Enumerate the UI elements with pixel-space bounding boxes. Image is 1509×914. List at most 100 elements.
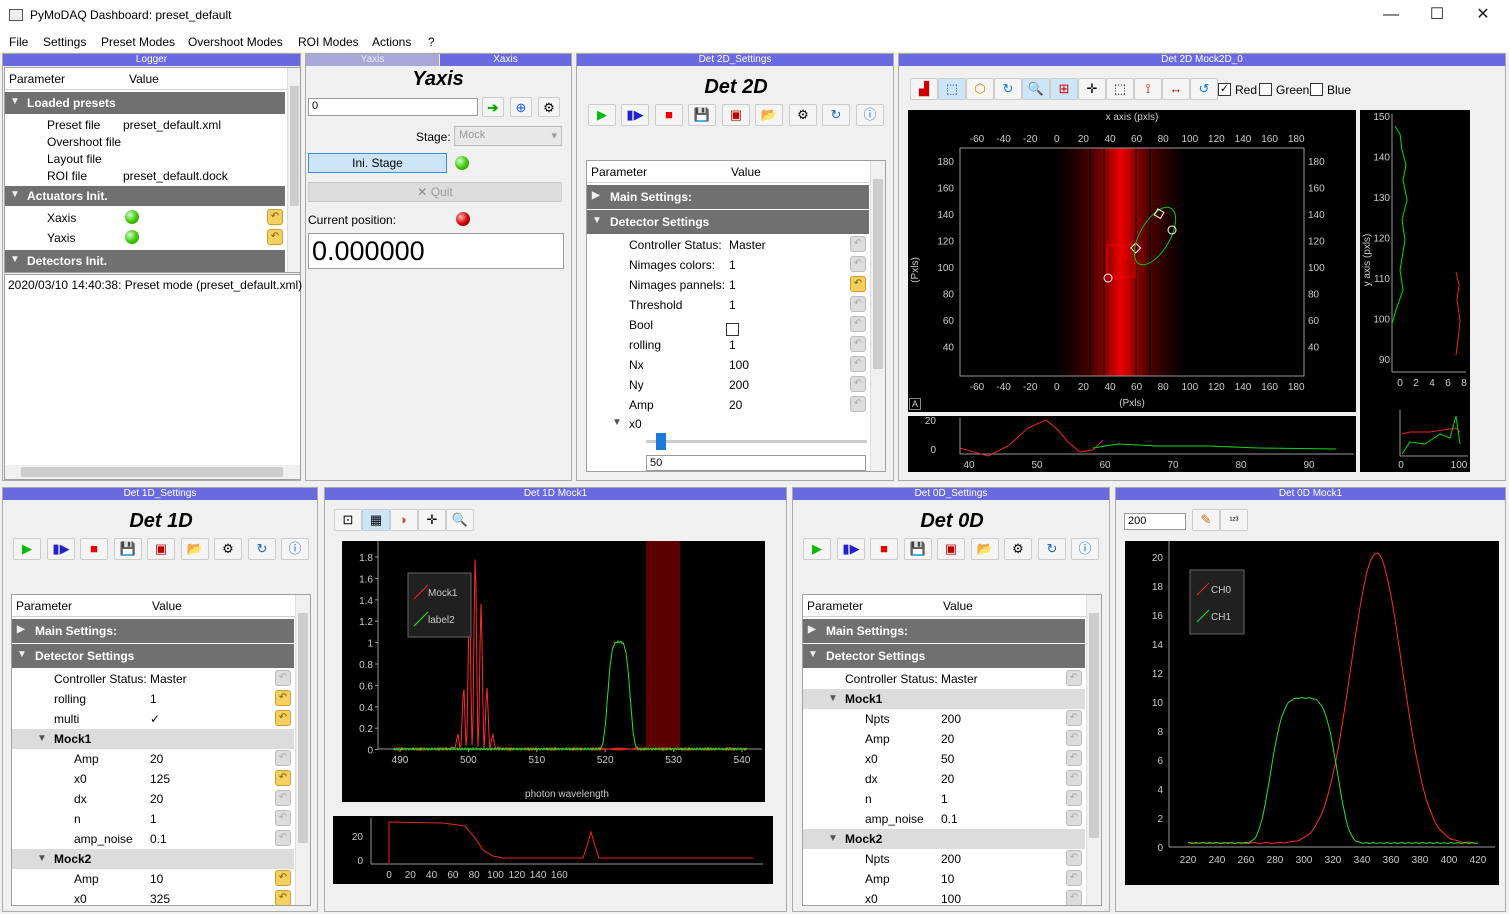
main-settings-group[interactable]: ▶ Main Settings: <box>803 619 1085 643</box>
crosshair-icon[interactable]: ✛ <box>418 509 446 531</box>
rotate-icon[interactable]: ↺ <box>1190 78 1218 100</box>
snap-icon[interactable]: ▮▶ <box>621 104 649 126</box>
info-icon[interactable]: ⓘ <box>1071 538 1099 560</box>
open-folder-icon[interactable]: 📂 <box>181 538 209 560</box>
roi-file-value[interactable]: preset_default.dock <box>123 169 228 183</box>
param-value[interactable]: 325 <box>150 892 170 905</box>
table-icon[interactable]: ▦ <box>362 509 390 531</box>
maximize-button[interactable]: ☐ <box>1414 0 1460 30</box>
undo-icon[interactable]: ↶ <box>1066 890 1082 905</box>
show-values-icon[interactable]: ¹²³ <box>1220 509 1248 531</box>
red-checkbox[interactable]: ✓ <box>1218 83 1231 96</box>
param-value[interactable]: Master <box>941 672 978 686</box>
info-icon[interactable]: ⓘ <box>281 538 309 560</box>
dock-header[interactable]: Det 2D Mock2D_0 <box>899 54 1505 66</box>
param-value[interactable]: 1 <box>941 792 948 806</box>
vertical-scrollbar[interactable] <box>1086 595 1101 905</box>
vertical-profile-plot[interactable]: 150 140 130 120 110 100 90 0 2 4 6 8 y axis (pxls) <box>1360 110 1470 412</box>
x0-spinbox[interactable]: 50 <box>646 455 866 471</box>
detector-settings-group[interactable]: ▼ Detector Settings <box>587 210 869 234</box>
undo-icon[interactable]: ↶ <box>850 256 866 272</box>
param-value[interactable]: 0.1 <box>941 812 958 826</box>
save-icon[interactable]: 💾 <box>114 538 142 560</box>
undo-icon[interactable]: ↶ <box>275 870 291 886</box>
detector-settings-group[interactable]: ▼ Detector Settings <box>12 644 294 668</box>
mock1-group[interactable]: ▼ Mock1 <box>12 729 294 749</box>
dock-header[interactable]: Det 2D_Settings <box>577 54 893 66</box>
roi-region[interactable] <box>646 541 680 749</box>
undo-icon[interactable]: ↶ <box>275 890 291 905</box>
undo-icon[interactable]: ↶ <box>275 830 291 846</box>
undo-icon[interactable]: ↶ <box>267 209 283 225</box>
stop-icon[interactable]: ■ <box>80 538 108 560</box>
undo-icon[interactable]: ↶ <box>1066 850 1082 866</box>
tab-yaxis[interactable]: Yaxis <box>306 54 439 66</box>
undo-icon[interactable]: ↶ <box>850 236 866 252</box>
x0-slider[interactable] <box>646 433 867 450</box>
dock-header[interactable]: Det 0D_Settings <box>793 488 1109 500</box>
undo-icon[interactable]: ↶ <box>1066 710 1082 726</box>
main-settings-group[interactable]: ▶ Main Settings: <box>587 185 869 209</box>
undo-icon[interactable]: ↶ <box>850 376 866 392</box>
param-value[interactable]: 10 <box>941 872 954 886</box>
param-value[interactable]: 10 <box>150 872 163 886</box>
npts-spinbox[interactable]: 200 <box>1124 513 1186 530</box>
refresh-icon[interactable]: ↻ <box>822 104 850 126</box>
main-settings-group[interactable]: ▶ Main Settings: <box>12 619 294 643</box>
histogram-icon[interactable]: ▟ <box>910 78 938 100</box>
undo-icon[interactable]: ↶ <box>1066 870 1082 886</box>
save-current-icon[interactable]: ▣ <box>937 538 965 560</box>
save-current-icon[interactable]: ▣ <box>722 104 750 126</box>
undo-icon[interactable]: ↶ <box>275 670 291 686</box>
roi-rect-icon[interactable]: ⬚ <box>938 78 966 100</box>
undo-icon[interactable]: ↶ <box>850 296 866 312</box>
vertical-scrollbar[interactable] <box>870 161 885 471</box>
param-value[interactable]: Master <box>150 672 187 686</box>
param-value[interactable]: 20 <box>941 772 954 786</box>
param-value[interactable]: 1 <box>729 298 736 312</box>
dock-header[interactable]: Det 1D Mock1 <box>325 488 786 500</box>
move-abs-button[interactable]: ➔ <box>482 97 504 117</box>
grab-icon[interactable]: ▶ <box>588 104 616 126</box>
param-value[interactable]: 20 <box>729 398 742 412</box>
vertical-line-icon[interactable]: ⟟ <box>1134 78 1162 100</box>
undo-icon[interactable]: ↶ <box>267 229 283 245</box>
param-value[interactable]: 200 <box>941 712 961 726</box>
image-2d-svg[interactable]: -60 -60 -40 -40 -20 -20 0 0 20 20 40 40 60 60 80 80 100 1… <box>908 110 1356 412</box>
green-checkbox[interactable] <box>1259 83 1272 96</box>
param-value[interactable]: ✓ <box>150 712 160 726</box>
param-value[interactable]: 1 <box>729 278 736 292</box>
mock2-group[interactable]: ▼ Mock2 <box>803 829 1085 849</box>
param-value[interactable]: 125 <box>150 772 170 786</box>
param-value[interactable]: 1 <box>729 338 736 352</box>
zoom-icon[interactable]: 🔍 <box>1022 78 1050 100</box>
menu-overshoot-modes[interactable]: Overshoot Modes <box>188 35 283 49</box>
param-value[interactable]: 200 <box>941 852 961 866</box>
snap-icon[interactable]: ▮▶ <box>47 538 75 560</box>
undo-icon[interactable]: ↶ <box>1066 810 1082 826</box>
minimize-button[interactable]: — <box>1368 0 1414 30</box>
snap-icon[interactable]: ▮▶ <box>837 538 865 560</box>
fit-icon[interactable]: ◗ <box>390 509 418 531</box>
refresh-icon[interactable]: ↻ <box>994 78 1022 100</box>
tab-xaxis[interactable]: Xaxis <box>440 54 571 66</box>
undo-icon[interactable]: ↶ <box>850 396 866 412</box>
mock1-group[interactable]: ▼ Mock1 <box>803 689 1085 709</box>
aspect-ratio-icon[interactable]: ⊞ <box>1050 78 1078 100</box>
logger-dock-header[interactable]: Logger <box>3 54 300 66</box>
save-icon[interactable]: 💾 <box>688 104 716 126</box>
param-value[interactable]: 20 <box>150 792 163 806</box>
mock2-group[interactable]: ▼ Mock2 <box>12 849 294 869</box>
bool-checkbox[interactable] <box>726 323 739 336</box>
param-value[interactable]: 200 <box>729 378 749 392</box>
vertical-scrollbar[interactable] <box>287 68 300 272</box>
open-folder-icon[interactable]: 📂 <box>971 538 999 560</box>
quit-button[interactable]: ✕ Quit <box>308 182 562 202</box>
undo-icon[interactable]: ↶ <box>850 356 866 372</box>
zoom-icon[interactable]: 🔍 <box>446 509 474 531</box>
param-value[interactable]: Master <box>729 238 766 252</box>
menu-roi-modes[interactable]: ROI Modes <box>298 35 359 49</box>
grab-icon[interactable]: ▶ <box>13 538 41 560</box>
undo-icon[interactable]: ↶ <box>1066 670 1082 686</box>
stop-icon[interactable]: ■ <box>870 538 898 560</box>
